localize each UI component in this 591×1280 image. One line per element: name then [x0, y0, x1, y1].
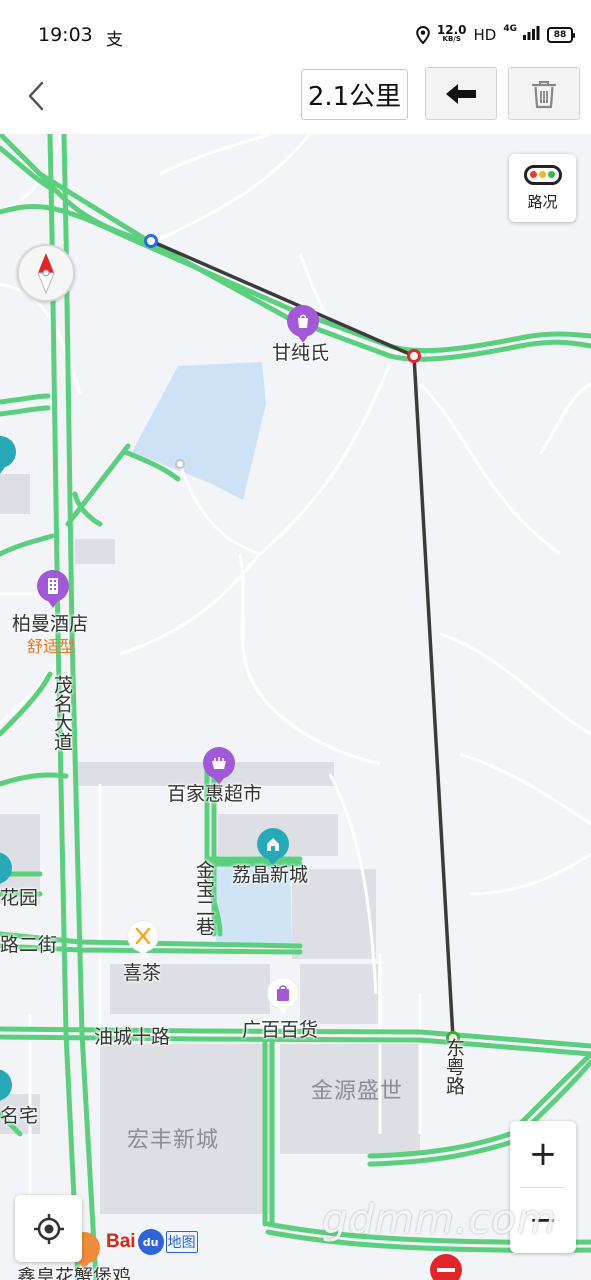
shopping-bag-poi-icon[interactable]	[287, 305, 319, 343]
clear-button[interactable]	[508, 67, 580, 120]
poi-label-mingzhai: 名宅	[0, 1105, 39, 1127]
road-label-dongyue-road: 东粤路	[443, 1038, 465, 1095]
poi-label-boman-hotel[interactable]: 柏曼酒店	[12, 615, 88, 634]
road-label-youcheng-road: 油城十路	[94, 1026, 171, 1048]
locate-me-button[interactable]	[15, 1195, 82, 1262]
undo-button[interactable]	[425, 67, 497, 120]
baidu-map-logo: Bai du 地图	[106, 1229, 198, 1255]
back-button[interactable]	[16, 76, 56, 116]
zoom-in-button[interactable]: +	[510, 1121, 576, 1187]
area-label-jinyuan: 金源盛世	[311, 1079, 404, 1104]
road-label-jinbao-lane: 金宝二巷	[193, 860, 215, 936]
signal-icon	[522, 25, 540, 45]
traffic-light-dot	[530, 171, 538, 178]
department-store-poi-icon[interactable]	[267, 977, 299, 1014]
baidu-logo-bai: Bai	[106, 1231, 136, 1252]
watermark: gdmm.com	[322, 1197, 557, 1243]
road-label-2nd-street: 路二街	[0, 934, 58, 956]
road-label-maoming-avenue: 茂名大道	[51, 675, 73, 751]
compass-button[interactable]	[17, 244, 75, 302]
alipay-notification-icon: 支	[106, 30, 123, 50]
status-time: 19:03	[38, 24, 93, 46]
poi-label-ganchunshi[interactable]: 甘纯氏	[272, 344, 329, 363]
traffic-light-icon	[523, 164, 562, 185]
poi-label-lijing[interactable]: 荔晶新城	[232, 866, 308, 885]
status-bar: 19:03 支 12.0 KB/S HD 4G 88	[0, 0, 591, 66]
net-speed-unit: KB/S	[442, 35, 461, 43]
map-view[interactable]: 甘纯氏 柏曼酒店 舒适型 百家惠超市 荔晶新城 喜茶 广百百货 茂名大道 金宝二…	[0, 134, 591, 1280]
traffic-label: 路况	[527, 192, 558, 211]
residential-poi-icon[interactable]	[257, 828, 289, 866]
traffic-light-dot	[539, 171, 546, 178]
supermarket-poi-icon[interactable]	[203, 747, 235, 785]
trash-icon	[531, 80, 557, 108]
baidu-logo-ditu: 地图	[165, 1231, 198, 1253]
baidu-paw-icon: du	[137, 1229, 164, 1255]
route-start-point[interactable]	[144, 234, 158, 248]
route-small-marker	[175, 459, 185, 469]
food-poi-icon[interactable]	[127, 920, 159, 957]
lake	[132, 362, 266, 500]
poi-label-huayuan: 花园	[0, 887, 39, 909]
poi-label-guangbai[interactable]: 广百百货	[242, 1021, 318, 1040]
network-type: 4G	[503, 24, 517, 34]
battery-icon: 88	[547, 27, 575, 43]
distance-display: 2.1公里	[301, 69, 408, 120]
net-speed: 12.0 KB/S	[436, 23, 467, 44]
crosshair-icon	[33, 1213, 64, 1244]
status-indicators: 12.0 KB/S HD 4G 88	[416, 22, 575, 48]
chevron-left-icon	[28, 81, 44, 111]
measure-toolbar: 2.1公里	[0, 66, 591, 134]
location-icon	[416, 26, 430, 44]
battery-level: 88	[553, 30, 567, 40]
arrow-left-icon	[446, 83, 476, 104]
compass-icon	[37, 253, 55, 295]
poi-tag-comfort: 舒适型	[27, 637, 76, 656]
hd-label: HD	[473, 26, 497, 44]
poi-label-xinhuang: 鑫皇花蟹煲鸡	[17, 1266, 132, 1280]
route-vertex-point[interactable]	[407, 349, 421, 363]
poi-label-xicha[interactable]: 喜茶	[123, 964, 161, 983]
no-entry-icon	[430, 1254, 462, 1280]
area-label-hongfeng: 宏丰新城	[127, 1128, 220, 1153]
hotel-poi-icon[interactable]	[37, 570, 69, 608]
traffic-toggle-button[interactable]: 路况	[509, 154, 576, 222]
poi-label-baijiahui[interactable]: 百家惠超市	[167, 785, 262, 804]
traffic-light-dot	[547, 171, 555, 178]
net-speed-value: 12.0	[436, 23, 467, 37]
